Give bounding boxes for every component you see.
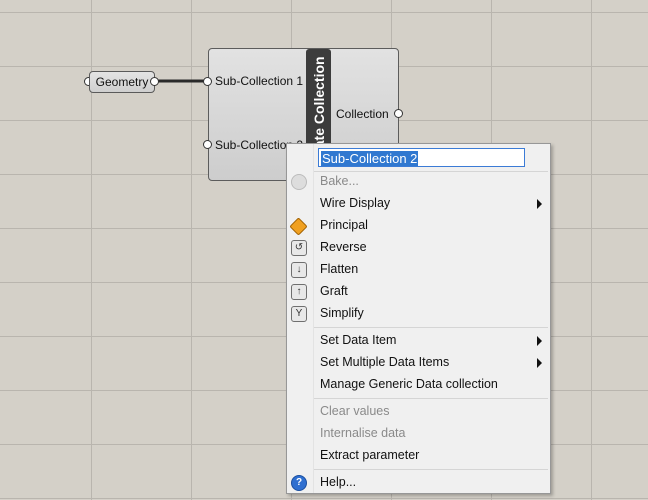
flatten-icon: ↓ bbox=[291, 262, 307, 278]
menu-item-extract-parameter[interactable]: Extract parameter bbox=[287, 445, 550, 467]
menu-item-reverse[interactable]: ↺ Reverse bbox=[287, 237, 550, 259]
submenu-arrow-icon bbox=[537, 358, 542, 368]
context-menu: Sub-Collection 2 Bake... Wire Display Pr… bbox=[286, 143, 551, 494]
menu-separator bbox=[314, 398, 548, 399]
menu-item-set-multiple-data-items[interactable]: Set Multiple Data Items bbox=[287, 352, 550, 374]
menu-item-principal[interactable]: Principal bbox=[287, 215, 550, 237]
submenu-arrow-icon bbox=[537, 336, 542, 346]
menu-separator bbox=[314, 327, 548, 328]
menu-item-help[interactable]: ? Help... bbox=[287, 472, 550, 494]
input-grip-1[interactable] bbox=[203, 77, 212, 86]
menu-item-flatten[interactable]: ↓ Flatten bbox=[287, 259, 550, 281]
menu-separator bbox=[314, 469, 548, 470]
submenu-arrow-icon bbox=[537, 199, 542, 209]
simplify-icon: Y bbox=[291, 306, 307, 322]
bake-icon bbox=[291, 174, 307, 190]
menu-item-set-data-item[interactable]: Set Data Item bbox=[287, 330, 550, 352]
output-label[interactable]: Collection bbox=[336, 107, 389, 121]
menu-item-manage-collection[interactable]: Manage Generic Data collection bbox=[287, 374, 550, 396]
geometry-label: Geometry bbox=[95, 75, 149, 89]
help-icon: ? bbox=[291, 475, 307, 491]
menu-item-wire-display[interactable]: Wire Display bbox=[287, 193, 550, 215]
principal-icon bbox=[289, 217, 308, 236]
reverse-icon: ↺ bbox=[291, 240, 307, 256]
rename-input-value: Sub-Collection 2 bbox=[321, 151, 419, 166]
graft-icon: ↑ bbox=[291, 284, 307, 300]
input-grip-2[interactable] bbox=[203, 140, 212, 149]
menu-item-bake[interactable]: Bake... bbox=[287, 171, 550, 193]
menu-item-internalise-data[interactable]: Internalise data bbox=[287, 423, 550, 445]
menu-item-simplify[interactable]: Y Simplify bbox=[287, 303, 550, 325]
rename-input[interactable]: Sub-Collection 2 bbox=[318, 148, 525, 167]
geometry-parameter[interactable]: Geometry bbox=[89, 71, 155, 93]
geometry-output-grip[interactable] bbox=[150, 77, 159, 86]
output-grip[interactable] bbox=[394, 109, 403, 118]
input-label-1[interactable]: Sub-Collection 1 bbox=[215, 74, 303, 88]
menu-item-graft[interactable]: ↑ Graft bbox=[287, 281, 550, 303]
menu-item-clear-values[interactable]: Clear values bbox=[287, 401, 550, 423]
